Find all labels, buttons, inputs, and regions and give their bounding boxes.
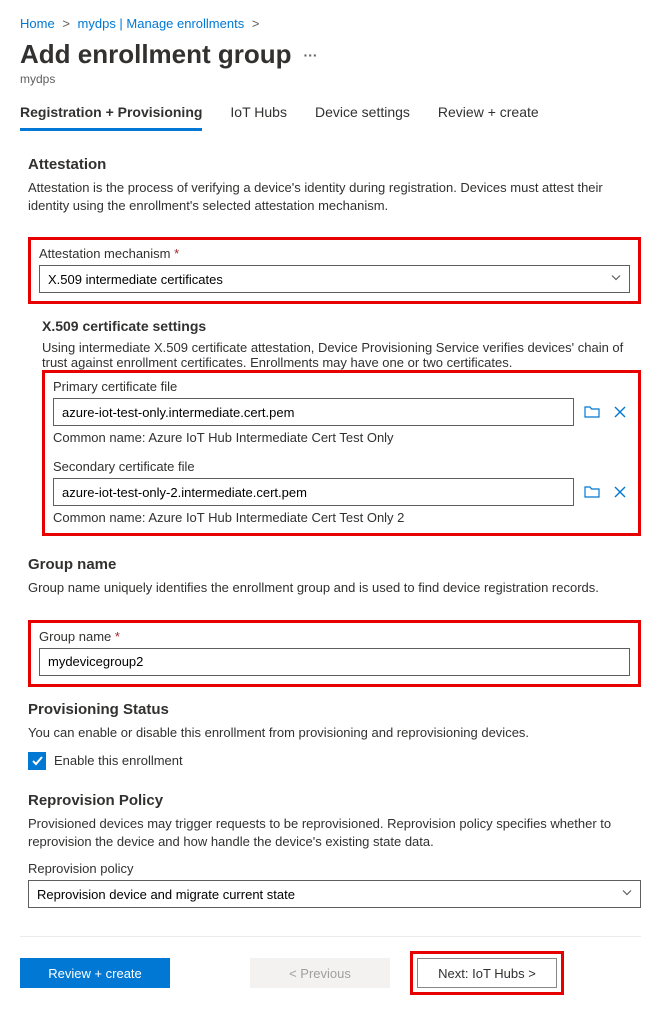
- x509-desc: Using intermediate X.509 certificate att…: [42, 340, 641, 370]
- enable-enrollment-checkbox[interactable]: [28, 752, 46, 770]
- attestation-heading: Attestation: [28, 156, 641, 173]
- reprovision-heading: Reprovision Policy: [28, 792, 641, 809]
- secondary-cert-label: Secondary certificate file: [53, 459, 630, 474]
- divider: [20, 936, 641, 937]
- section-reprovision-policy: Reprovision Policy Provisioned devices m…: [28, 792, 641, 908]
- tabs: Registration + Provisioning IoT Hubs Dev…: [20, 104, 641, 132]
- secondary-cert-input[interactable]: [53, 478, 574, 506]
- page-subtitle: mydps: [20, 72, 641, 86]
- chevron-right-icon: >: [62, 16, 70, 31]
- attestation-mechanism-label: Attestation mechanism *: [39, 246, 630, 261]
- folder-icon[interactable]: [582, 482, 602, 502]
- group-name-label: Group name *: [39, 629, 630, 644]
- attestation-desc: Attestation is the process of verifying …: [28, 179, 641, 215]
- footer: Review + create < Previous Next: IoT Hub…: [20, 951, 641, 995]
- x509-heading: X.509 certificate settings: [42, 318, 641, 334]
- provisioning-desc: You can enable or disable this enrollmen…: [28, 724, 641, 742]
- attestation-mechanism-select[interactable]: X.509 intermediate certificates: [39, 265, 630, 293]
- breadcrumb: Home > mydps | Manage enrollments >: [20, 16, 641, 31]
- primary-cert-common-name: Common name: Azure IoT Hub Intermediate …: [53, 430, 630, 445]
- section-attestation: Attestation Attestation is the process o…: [28, 156, 641, 215]
- next-button[interactable]: Next: IoT Hubs >: [417, 958, 557, 988]
- close-icon[interactable]: [610, 482, 630, 502]
- page-title: Add enrollment group ···: [20, 39, 641, 70]
- reprovision-policy-label: Reprovision policy: [28, 861, 641, 876]
- reprovision-policy-select[interactable]: Reprovision device and migrate current s…: [28, 880, 641, 908]
- review-create-button[interactable]: Review + create: [20, 958, 170, 988]
- next-highlight: Next: IoT Hubs >: [410, 951, 564, 995]
- group-name-heading: Group name: [28, 556, 641, 573]
- attestation-highlight: Attestation mechanism * X.509 intermedia…: [28, 237, 641, 304]
- group-name-highlight: Group name *: [28, 620, 641, 687]
- tab-iot-hubs[interactable]: IoT Hubs: [230, 104, 287, 131]
- tab-registration-provisioning[interactable]: Registration + Provisioning: [20, 104, 202, 131]
- folder-icon[interactable]: [582, 402, 602, 422]
- secondary-cert-common-name: Common name: Azure IoT Hub Intermediate …: [53, 510, 630, 525]
- breadcrumb-mid[interactable]: mydps | Manage enrollments: [78, 16, 245, 31]
- tab-review-create[interactable]: Review + create: [438, 104, 539, 131]
- more-icon[interactable]: ···: [304, 47, 318, 63]
- group-name-input[interactable]: [39, 648, 630, 676]
- group-name-desc: Group name uniquely identifies the enrol…: [28, 579, 641, 597]
- section-x509: X.509 certificate settings Using interme…: [42, 318, 641, 370]
- breadcrumb-home[interactable]: Home: [20, 16, 55, 31]
- section-group-name: Group name Group name uniquely identifie…: [28, 556, 641, 597]
- tab-device-settings[interactable]: Device settings: [315, 104, 410, 131]
- close-icon[interactable]: [610, 402, 630, 422]
- reprovision-desc: Provisioned devices may trigger requests…: [28, 815, 641, 851]
- primary-cert-label: Primary certificate file: [53, 379, 630, 394]
- previous-button: < Previous: [250, 958, 390, 988]
- primary-cert-input[interactable]: [53, 398, 574, 426]
- provisioning-heading: Provisioning Status: [28, 701, 641, 718]
- chevron-right-icon: >: [252, 16, 260, 31]
- enable-enrollment-label: Enable this enrollment: [54, 753, 183, 768]
- section-provisioning-status: Provisioning Status You can enable or di…: [28, 701, 641, 770]
- x509-highlight: Primary certificate file Common name: Az…: [42, 370, 641, 536]
